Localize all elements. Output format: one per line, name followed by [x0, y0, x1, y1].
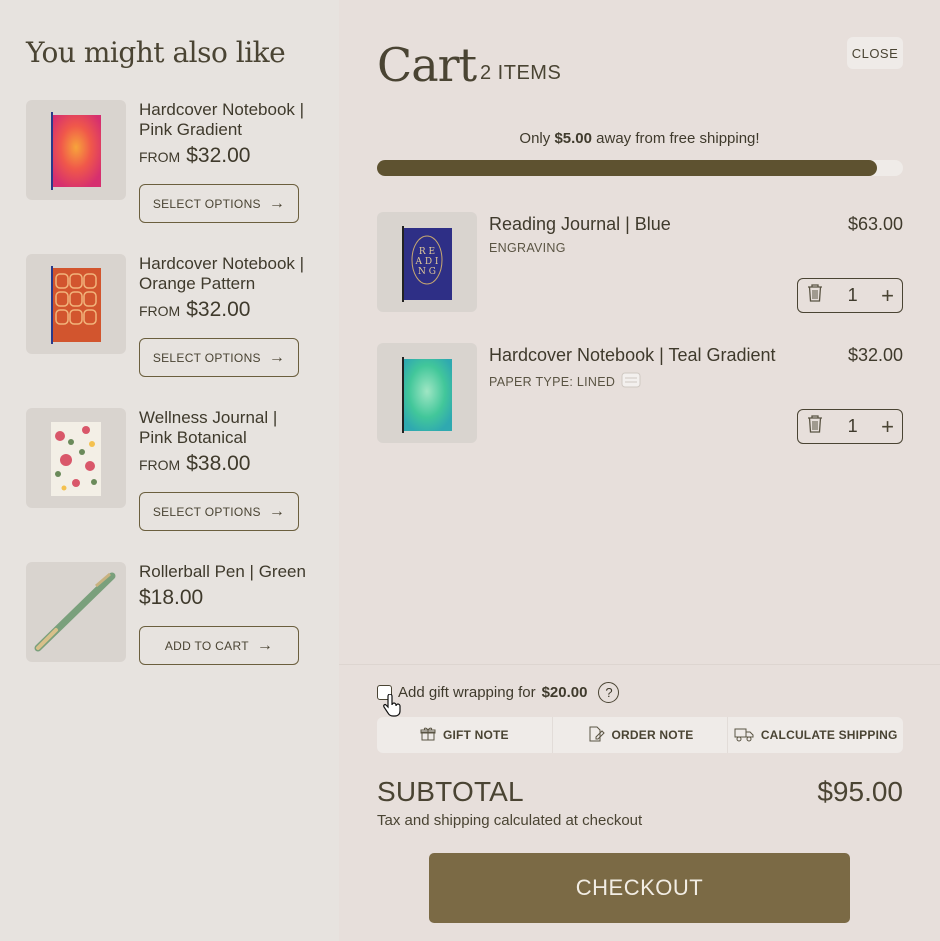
rec-price: $18.00 [139, 586, 203, 610]
rec-item: Wellness Journal | Pink Botanical FROM $3… [26, 408, 316, 548]
cart-actions-tabs: GIFT NOTE ORDER NOTE CALCULATE SHIPPING [377, 717, 903, 753]
gift-note-label: GIFT NOTE [442, 728, 509, 742]
select-options-button[interactable]: SELECT OPTIONS → [139, 184, 299, 223]
shipping-amount: $5.00 [554, 130, 592, 147]
price-value: $32.00 [186, 298, 251, 321]
cart-drawer: Cart 2 ITEMS CLOSE Only $5.00 away from … [339, 0, 940, 941]
gift-icon [420, 726, 436, 745]
from-label: FROM [139, 149, 181, 165]
cart-item-price: $63.00 [847, 214, 903, 234]
button-label: SELECT OPTIONS [152, 504, 261, 519]
button-label: SELECT OPTIONS [152, 350, 261, 365]
plus-icon[interactable]: + [881, 283, 894, 309]
gift-wrap-option: Add gift wrapping for $20.00 ? [377, 682, 620, 703]
option-label: PAPER TYPE: LINED [489, 374, 616, 389]
cart-item: R E A D I N G Reading Journal | Blue ENG… [377, 212, 903, 322]
plus-icon[interactable]: + [881, 414, 894, 440]
cart-item-count: 2 ITEMS [480, 62, 562, 84]
shipping-suffix: away from free shipping! [596, 130, 760, 147]
order-note-tab[interactable]: ORDER NOTE [553, 717, 729, 753]
gift-wrap-label[interactable]: Add gift wrapping for [398, 684, 536, 701]
quantity-value[interactable]: 1 [848, 416, 858, 437]
product-image[interactable] [377, 343, 477, 443]
product-image[interactable] [26, 562, 126, 662]
shipping-prefix: Only [519, 130, 551, 147]
calculate-shipping-label: CALCULATE SHIPPING [760, 728, 898, 742]
product-image[interactable] [26, 254, 126, 354]
shipping-progress-bar [377, 160, 903, 176]
tax-note: Tax and shipping calculated at checkout [377, 812, 643, 829]
button-label: SELECT OPTIONS [152, 196, 261, 211]
add-to-cart-button[interactable]: ADD TO CART → [139, 626, 299, 665]
free-shipping-message: Only $5.00 away from free shipping! [339, 130, 940, 147]
subtotal-label: SUBTOTAL [377, 776, 524, 807]
cart-item-name[interactable]: Hardcover Notebook | Teal Gradient [489, 345, 776, 366]
cart-title: Cart [377, 38, 477, 92]
quantity-value[interactable]: 1 [848, 285, 858, 306]
product-image[interactable] [26, 100, 126, 200]
quantity-stepper: 1 + [797, 409, 903, 444]
note-edit-icon [587, 726, 605, 745]
arrow-right-icon: → [268, 348, 286, 366]
lined-paper-icon [621, 372, 641, 391]
trash-icon[interactable] [806, 283, 824, 308]
close-button[interactable]: CLOSE [847, 37, 903, 69]
rec-price: FROM $32.00 [139, 144, 250, 168]
quantity-stepper: 1 + [797, 278, 903, 313]
rec-item: Hardcover Notebook | Pink Gradient FROM $… [26, 100, 316, 240]
rec-name[interactable]: Hardcover Notebook | Orange Pattern [139, 254, 309, 294]
cart-item-option: ENGRAVING [489, 241, 566, 255]
from-label: FROM [139, 457, 181, 473]
button-label: ADD TO CART [164, 638, 249, 653]
subtotal-value: $95.00 [817, 776, 903, 807]
arrow-right-icon: → [268, 502, 286, 520]
recommendations-title: You might also like [26, 36, 286, 69]
rec-price: FROM $32.00 [139, 298, 250, 322]
product-image[interactable]: R E A D I N G [377, 212, 477, 312]
svg-text:N G: N G [418, 267, 436, 277]
cart-item: Hardcover Notebook | Teal Gradient PAPER… [377, 343, 903, 453]
divider [339, 664, 940, 665]
rec-name[interactable]: Rollerball Pen | Green [139, 562, 309, 582]
cart-item-price: $32.00 [847, 345, 903, 365]
svg-text:A D I: A D I [415, 257, 439, 267]
gift-note-tab[interactable]: GIFT NOTE [377, 717, 553, 753]
product-image[interactable] [26, 408, 126, 508]
arrow-right-icon: → [256, 636, 274, 654]
checkout-button[interactable]: CHECKOUT [429, 853, 850, 923]
cart-item-option: PAPER TYPE: LINED [489, 372, 641, 391]
option-label: ENGRAVING [489, 241, 566, 255]
select-options-button[interactable]: SELECT OPTIONS → [139, 492, 299, 531]
order-note-label: ORDER NOTE [611, 728, 694, 742]
svg-text:R E: R E [419, 247, 435, 257]
arrow-right-icon: → [268, 194, 286, 212]
price-value: $32.00 [186, 144, 251, 167]
price-value: $18.00 [139, 586, 204, 609]
rec-item: Hardcover Notebook | Orange Pattern FROM… [26, 254, 316, 394]
rec-name[interactable]: Wellness Journal | Pink Botanical [139, 408, 309, 448]
progress-fill [377, 160, 877, 176]
calculate-shipping-tab[interactable]: CALCULATE SHIPPING [728, 717, 903, 753]
truck-icon [734, 726, 754, 745]
trash-icon[interactable] [806, 414, 824, 439]
help-icon[interactable]: ? [598, 682, 620, 703]
gift-wrap-price: $20.00 [541, 684, 588, 701]
select-options-button[interactable]: SELECT OPTIONS → [139, 338, 299, 377]
cart-item-name[interactable]: Reading Journal | Blue [489, 214, 671, 235]
rec-price: FROM $38.00 [139, 452, 250, 476]
rec-item: Rollerball Pen | Green $18.00 ADD TO CAR… [26, 562, 316, 702]
recommendations-panel: You might also like Hardcover Notebook |… [0, 0, 339, 941]
from-label: FROM [139, 303, 181, 319]
rec-name[interactable]: Hardcover Notebook | Pink Gradient [139, 100, 309, 140]
price-value: $38.00 [186, 452, 251, 475]
